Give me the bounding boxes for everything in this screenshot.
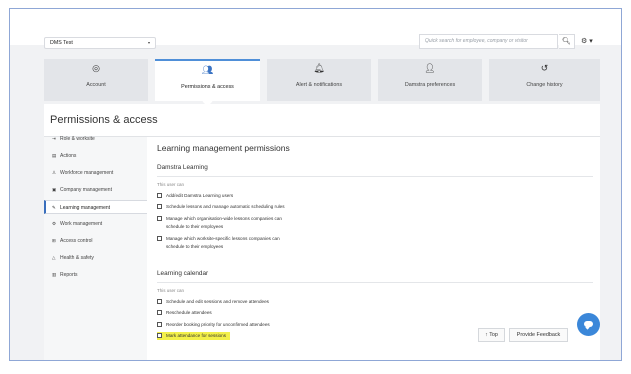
chart-icon: ▥ [52, 272, 57, 277]
checkbox[interactable] [157, 216, 162, 221]
sidebar-item-label: Company management [60, 187, 112, 193]
search-input[interactable]: Quick search for employee, company or vi… [419, 34, 558, 49]
tab-label: Damstra preferences [404, 82, 456, 88]
checkbox[interactable] [157, 299, 162, 304]
sidebar-item-reports[interactable]: ▥ Reports [44, 268, 147, 282]
permission-option-highlighted[interactable]: Mark attendance for sessions [157, 332, 231, 340]
checkbox[interactable] [157, 204, 162, 209]
divider [157, 282, 593, 283]
back-to-top-button[interactable]: ↑ Top [478, 328, 505, 342]
sidebar-item-label: Work management [60, 221, 103, 227]
sidebar-item-role-worksite[interactable]: ⇥ Role & worksite [44, 132, 147, 146]
sidebar-item-learning[interactable]: ✎ Learning management [44, 200, 147, 214]
bell-icon: 🔔︎ [313, 63, 325, 73]
option-label: Add/edit Damstra Learning users [166, 193, 234, 198]
login-icon: ⇥ [52, 136, 56, 141]
app-window: DMS Test ▾ Quick search for employee, co… [9, 8, 622, 361]
page-title: Permissions & access [50, 114, 158, 126]
divider [157, 176, 593, 177]
learning-calendar-title: Learning calendar [157, 270, 209, 277]
tab-label: Account [86, 82, 106, 88]
sidebar-item-work[interactable]: ⚙ Work management [44, 217, 147, 231]
tab-account[interactable]: ◎ Account [44, 59, 148, 101]
caret-down-icon: ▾ [147, 40, 150, 45]
access-icon: ⊞ [52, 238, 56, 243]
sidebar-item-label: Workforce management [60, 170, 114, 176]
permissions-panel: Permissions & access ⇥ Role & worksite ▤ A… [44, 104, 600, 360]
tab-preferences[interactable]: 👤︎ Damstra preferences [378, 59, 482, 101]
account-icon: ◎ [92, 63, 100, 73]
option-label: schedule to their employees [166, 243, 224, 249]
top-bar: DMS Test ▾ Quick search for employee, co… [10, 9, 621, 49]
sidebar-item-workforce[interactable]: ♙ Workforce management [44, 166, 147, 180]
permission-option[interactable]: Add/edit Damstra Learning users [157, 192, 233, 200]
damstra-learning-title: Damstra Learning [157, 164, 208, 171]
section-subtitle: This user can [157, 182, 185, 187]
section-subtitle: This user can [157, 288, 185, 293]
people-icon: 👥︎ [201, 65, 214, 75]
checkbox[interactable] [157, 310, 162, 315]
sidebar-item-company[interactable]: ▣ Company management [44, 183, 147, 197]
permission-option[interactable]: Schedule and edit sessions and remove at… [157, 298, 269, 306]
permission-option[interactable]: Manage which organisation-wide lessons c… [157, 215, 282, 230]
tab-permissions[interactable]: 👥︎ Permissions & access [155, 59, 260, 101]
sidebar-item-actions[interactable]: ▤ Actions [44, 149, 147, 163]
tab-label: Permissions & access [181, 84, 234, 90]
option-label: Schedule lessons and manage automatic sc… [166, 204, 285, 209]
checkbox[interactable] [157, 333, 162, 338]
permission-option[interactable]: Reorder booking priority for unconfirmed… [157, 321, 270, 329]
top-label: Top [489, 332, 498, 338]
warning-icon: △ [52, 255, 56, 260]
wrench-icon: ⚙ [52, 221, 57, 226]
section-heading: Learning management permissions [157, 143, 290, 153]
checkbox[interactable] [157, 193, 162, 198]
user-settings-icon: 👤︎ [424, 63, 436, 73]
clipboard-icon: ▤ [52, 153, 57, 158]
sidebar-item-label: Learning management [60, 205, 111, 211]
sidebar-item-health[interactable]: △ Health & safety [44, 251, 147, 265]
tab-label: Alert & notifications [295, 82, 343, 88]
permission-option[interactable]: Manage which worksite-specific lessons c… [157, 235, 280, 250]
sidebar-item-label: Health & safety [60, 255, 94, 261]
tab-label: Change history [526, 82, 563, 88]
sidebar-item-label: Actions [60, 153, 77, 159]
history-icon: ↺ [540, 63, 549, 73]
option-label: Schedule and edit sessions and remove at… [166, 299, 269, 304]
sidebar-item-label: Role & worksite [60, 136, 95, 142]
permission-option[interactable]: Schedule lessons and manage automatic sc… [157, 203, 285, 211]
org-select[interactable]: DMS Test ▾ [44, 37, 156, 49]
person-icon: ♙ [52, 170, 57, 175]
option-label: Reschedule attendees [166, 310, 212, 315]
checkbox[interactable] [157, 322, 162, 327]
search-icon[interactable]: 🔍︎ [559, 34, 575, 49]
learning-icon: ✎ [52, 205, 56, 210]
settings-tabs: ◎ Account 👥︎ Permissions & access 🔔︎ Ale… [44, 59, 600, 101]
sidebar-item-access[interactable]: ⊞ Access control [44, 234, 147, 248]
permission-option[interactable]: Reschedule attendees [157, 309, 212, 317]
org-select-value: DMS Test [50, 40, 73, 46]
chat-button[interactable] [577, 313, 600, 336]
checkbox[interactable] [157, 236, 162, 241]
option-label: Mark attendance for sessions [166, 333, 227, 338]
tab-alerts[interactable]: 🔔︎ Alert & notifications [267, 59, 371, 101]
gear-icon[interactable]: ⚙ ▾ [581, 35, 601, 48]
option-label: Manage which worksite-specific lessons c… [166, 236, 280, 241]
tab-history[interactable]: ↺ Change history [489, 59, 600, 101]
option-label: schedule to their employees [166, 223, 224, 229]
chat-icon [584, 321, 593, 327]
sidebar-item-label: Reports [60, 272, 78, 278]
sidebar: ⇥ Role & worksite ▤ Actions ♙ Workforce man… [44, 136, 147, 360]
briefcase-icon: ▣ [52, 187, 57, 192]
option-label: Reorder booking priority for unconfirmed… [166, 322, 270, 327]
sidebar-item-label: Access control [60, 238, 93, 244]
option-label: Manage which organisation-wide lessons c… [166, 216, 282, 221]
provide-feedback-button[interactable]: Provide Feedback [509, 328, 568, 342]
